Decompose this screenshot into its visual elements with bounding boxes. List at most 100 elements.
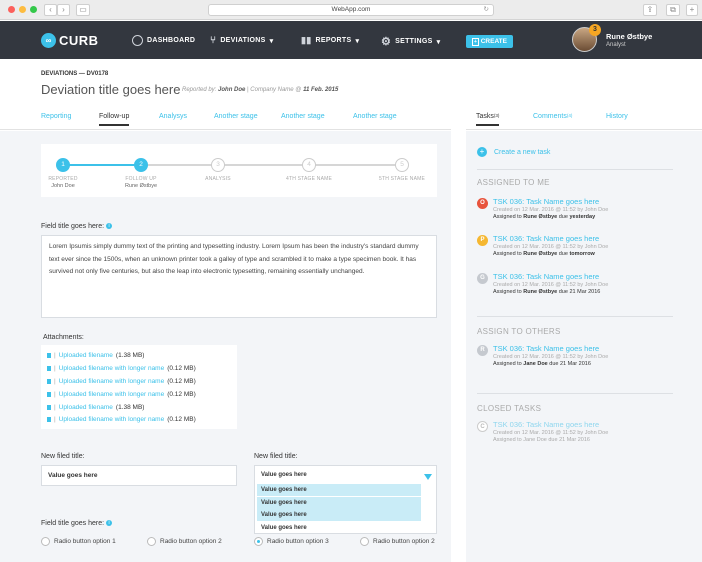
radio-circle-selected[interactable] [254,537,263,546]
step-5[interactable]: 5 [395,158,409,172]
task-created: Created on 12 Mar. 2016 @ 11:52 by John … [493,282,609,288]
attachment-link[interactable]: Uploaded filename with longer name [59,416,165,423]
trash-icon[interactable] [47,365,51,371]
breadcrumb[interactable]: DEVIATIONS — DV0178 [41,71,108,77]
trash-icon[interactable] [47,404,51,410]
tab-reporting[interactable]: Reporting [41,113,71,120]
sidebar-icon[interactable]: ▭ [76,4,90,16]
page-title: Deviation title goes here [41,82,181,97]
attachment-link[interactable]: Uploaded filename with longer name [59,391,165,398]
dropdown-option[interactable]: Value goes here [257,496,421,509]
trash-icon[interactable] [47,417,51,423]
attachment-size: (1.38 MB) [115,403,145,411]
closed-tasks-heading: CLOSED TASKS [477,404,542,413]
divider [477,393,673,394]
task-assignment: Assigned to Rune Østbye due 21 Mar 2016 [493,289,601,295]
new-field-1-input[interactable]: Value goes here [41,465,237,486]
nav-dashboard[interactable]: DASHBOARD [132,35,195,46]
step-2[interactable]: 2 [134,158,148,172]
info-icon[interactable]: i [106,520,113,526]
step-1[interactable]: 1 [56,158,70,172]
tab-tasks[interactable]: Tasks(3) [476,113,500,126]
meta-reporter: John Doe [218,87,246,93]
dropdown-selected-value[interactable]: Value goes here [257,469,421,481]
list-item: | Uploaded filename (1.38 MB) [47,401,231,414]
divider [477,316,673,317]
nav-settings[interactable]: ⚙ SETTINGS ▾ [381,35,440,48]
meta-date: 11 Feb. 2015 [303,87,339,93]
attachment-size: (1.38 MB) [115,351,145,359]
task-assignment: Assigned to Jane Doe due 21 Mar 2016 [493,361,591,367]
branch-icon: ⑂ [210,35,217,46]
tab-follow-up[interactable]: Follow-up [99,113,130,126]
user-name[interactable]: Rune Østbye [606,32,652,41]
dropdown-option[interactable]: Value goes here [257,509,421,521]
new-field-2-dropdown[interactable]: Value goes here Value goes here Value go… [254,465,437,534]
task-title-link[interactable]: TSK 036: Task Name goes here [493,197,599,206]
chevron-down-icon: ▾ [436,38,441,46]
dropdown-option[interactable]: Value goes here [257,522,421,534]
create-button[interactable]: + CREATE [466,35,513,48]
nav-reports[interactable]: ▮▮ REPORTS ▾ [301,35,359,46]
minimize-window-icon[interactable] [19,6,26,13]
trash-icon[interactable] [47,391,51,397]
radio-option-4[interactable]: Radio button option 2 [360,537,435,546]
attachment-link[interactable]: Uploaded filename with longer name [59,365,165,372]
chevron-down-icon: ▾ [355,37,360,45]
maximize-window-icon[interactable] [30,6,37,13]
task-title-link[interactable]: TSK 036: Task Name goes here [493,272,599,281]
close-window-icon[interactable] [8,6,15,13]
trash-icon[interactable] [47,378,51,384]
share-icon[interactable]: ⇪ [643,4,657,16]
radio-circle[interactable] [147,537,156,546]
plus-icon: + [472,38,479,46]
info-icon[interactable]: i [106,223,113,229]
create-task-label: Create a new task [494,148,551,156]
dropdown-option[interactable]: Value goes here [257,484,421,496]
description-textarea[interactable]: Lorem Ipsumis simply dummy text of the p… [41,235,437,318]
step-3[interactable]: 3 [211,158,225,172]
tabs-icon[interactable]: ⧉ [666,4,680,16]
attachments-list: | Uploaded filename (1.38 MB) | Uploaded fi… [41,345,237,429]
task-title-link[interactable]: TSK 036: Task Name goes here [493,234,599,243]
tab-another-stage-3[interactable]: Another stage [353,113,397,120]
task-title-link[interactable]: TSK 036: Task Name goes here [493,420,599,429]
tab-another-stage-1[interactable]: Another stage [214,113,258,120]
task-title-link[interactable]: TSK 036: Task Name goes here [493,344,599,353]
notification-badge[interactable]: 3 [589,24,601,36]
trash-icon[interactable] [47,352,51,358]
tab-another-stage-2[interactable]: Another stage [281,113,325,120]
tab-history[interactable]: History [606,113,628,120]
attachment-link[interactable]: Uploaded filename with longer name [59,378,165,385]
priority-badge: G [477,273,488,284]
step-4[interactable]: 4 [302,158,316,172]
field-title: Field title goes here: i [41,223,113,230]
address-bar[interactable]: WebApp.com ↻ [208,4,494,16]
radio-option-1[interactable]: Radio button option 1 [41,537,116,546]
progress-stepper [41,144,437,197]
step-2-sub: Rune Østbye [124,183,158,189]
logo[interactable]: ∞ CURB [41,33,99,48]
list-item: | Uploaded filename with longer name (0.12… [47,375,231,388]
create-task-button[interactable]: + Create a new task [477,147,550,157]
tab-comments-label: Comments [533,113,567,120]
task-created: Created on 12 Mar. 2016 @ 11:52 by John … [493,244,609,250]
radio-option-2[interactable]: Radio button option 2 [147,537,222,546]
nav-deviations[interactable]: ⑂ DEVIATIONS ▾ [210,35,273,46]
attachment-link[interactable]: Uploaded filename [59,404,113,411]
new-tab-icon[interactable]: + [686,4,698,16]
new-field-1-label: New filed title: [41,453,85,460]
radio-circle[interactable] [360,537,369,546]
forward-icon[interactable]: › [57,4,70,16]
attachment-link[interactable]: Uploaded filename [59,352,113,359]
back-icon[interactable]: ‹ [44,4,57,16]
radio-option-3[interactable]: Radio button option 3 [254,537,329,546]
reload-icon[interactable]: ↻ [484,5,489,15]
browser-chrome: ‹ › ▭ WebApp.com ↻ ⇪ ⧉ + [0,0,702,20]
tab-analysys[interactable]: Analysys [159,113,187,120]
caret-down-icon[interactable] [424,474,432,480]
radio-circle[interactable] [41,537,50,546]
tab-comments[interactable]: Comments(4) [533,113,572,120]
new-field-2-label: New filed title: [254,453,298,460]
radio-label: Radio button option 2 [373,538,435,545]
